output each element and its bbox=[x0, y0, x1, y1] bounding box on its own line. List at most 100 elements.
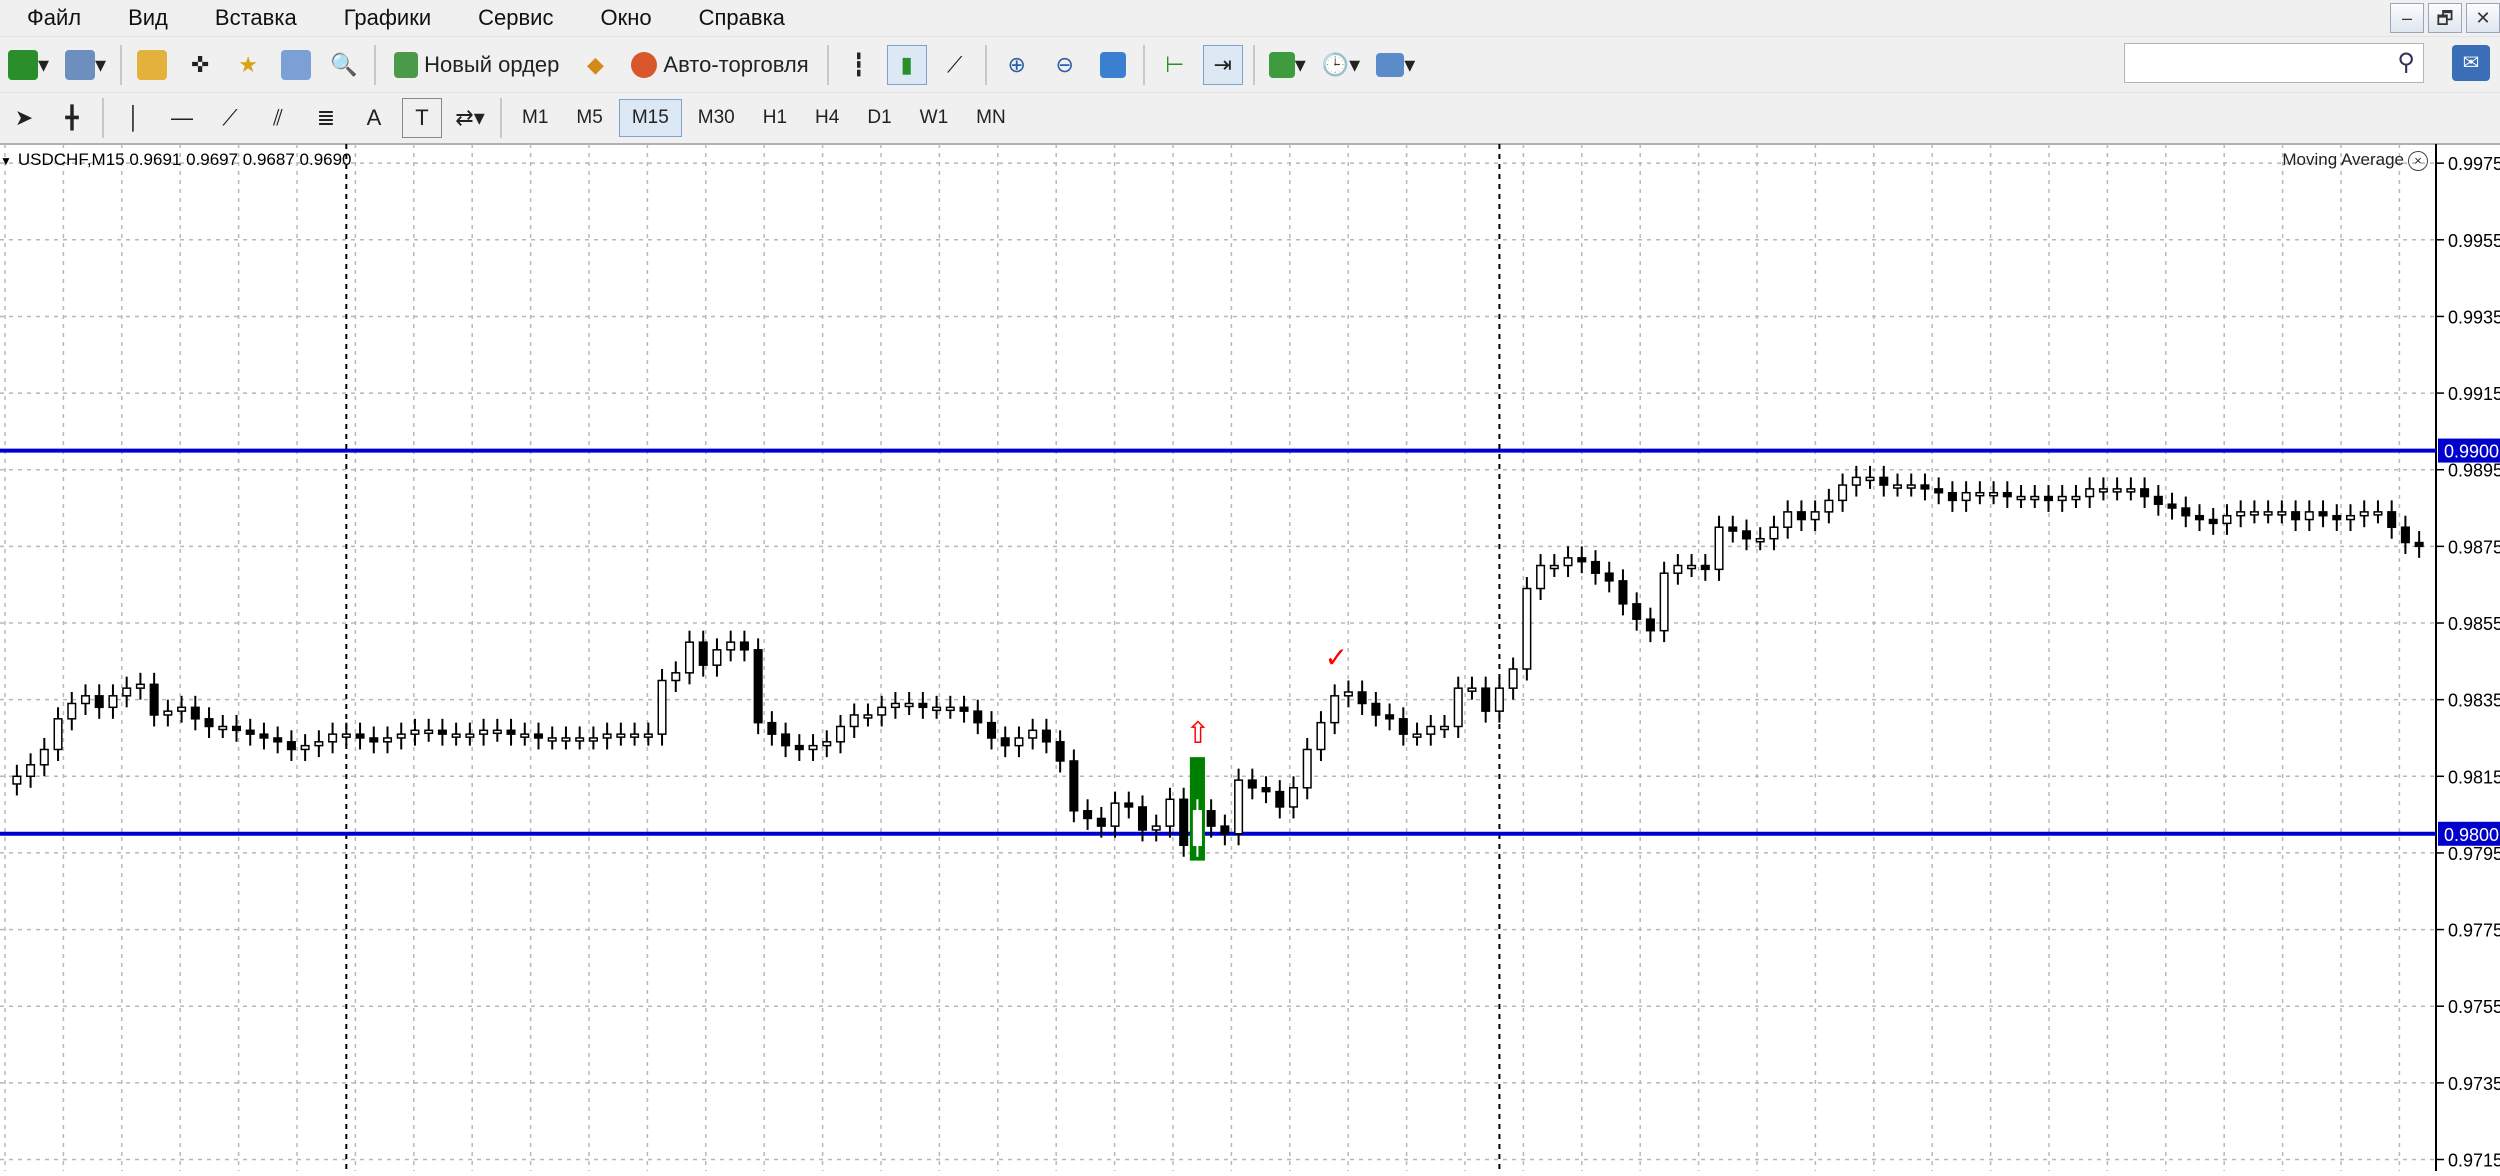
metaeditor-button[interactable]: ◆ bbox=[575, 45, 615, 85]
candle-body bbox=[986, 721, 997, 739]
candle-body bbox=[1412, 733, 1422, 738]
minimize-button[interactable]: – bbox=[2390, 3, 2424, 33]
candle-body bbox=[231, 725, 242, 732]
candle-body bbox=[2291, 511, 2301, 521]
window-controls: – 🗗 ✕ bbox=[2390, 3, 2500, 33]
tile-windows-button[interactable] bbox=[1093, 45, 1133, 85]
auto-scroll-button[interactable]: ⇥ bbox=[1202, 45, 1243, 85]
crosshair-tool-icon: ╋ bbox=[65, 105, 79, 130]
channel-tool[interactable]: ⫽ bbox=[258, 98, 298, 138]
candle-body bbox=[932, 706, 942, 712]
chart-shift-button[interactable]: ⊢ bbox=[1155, 45, 1195, 85]
timeframe-m30[interactable]: M30 bbox=[686, 100, 747, 136]
menu-item-0[interactable]: Файл bbox=[0, 0, 101, 36]
candle-body bbox=[1536, 564, 1546, 590]
data-window-button[interactable]: ✜ bbox=[180, 45, 220, 85]
candle-body bbox=[1632, 603, 1642, 620]
restore-button[interactable]: 🗗 bbox=[2428, 3, 2462, 33]
fibonacci-tool[interactable]: ≣ bbox=[306, 98, 346, 138]
timeframe-w1[interactable]: W1 bbox=[908, 100, 961, 136]
cursor-tool[interactable]: ➤ bbox=[4, 98, 44, 138]
candle-body bbox=[630, 733, 640, 738]
candle-body bbox=[1947, 491, 1957, 502]
toolbar-separator bbox=[102, 98, 104, 138]
candle-body bbox=[1645, 618, 1655, 632]
new-order-button[interactable]: Новый ордер bbox=[386, 45, 567, 85]
price-chart[interactable]: 0.9975 0.9955 0.9935 0.9915 0.9895 0.9875 0.98… bbox=[0, 144, 2500, 1171]
candle-body bbox=[973, 710, 983, 724]
timeframe-h1[interactable]: H1 bbox=[751, 100, 799, 136]
menu-item-4[interactable]: Сервис bbox=[451, 0, 573, 36]
candle-body bbox=[2112, 488, 2122, 493]
profiles-button[interactable]: ▾ bbox=[61, 45, 110, 85]
market-watch-button[interactable] bbox=[132, 45, 172, 85]
menu-item-1[interactable]: Вид bbox=[101, 0, 188, 36]
candle-body bbox=[1906, 484, 1916, 489]
timeframe-d1[interactable]: D1 bbox=[855, 100, 903, 136]
terminal-button[interactable] bbox=[276, 45, 316, 85]
trendline-tool[interactable]: ⟋ bbox=[210, 98, 250, 138]
new-chart-button[interactable]: ▾ bbox=[4, 45, 53, 85]
candle-body bbox=[2002, 491, 2012, 498]
candle-body bbox=[739, 641, 749, 651]
candle-body bbox=[1851, 476, 1861, 486]
candle-body bbox=[1261, 787, 1271, 793]
collapse-arrow-icon[interactable]: ▼ bbox=[0, 154, 12, 168]
candle-body bbox=[122, 687, 132, 697]
zoom-in-button[interactable]: ⊕ bbox=[997, 45, 1037, 85]
line-chart-button[interactable]: ⟋ bbox=[935, 45, 975, 85]
indicators-icon bbox=[1268, 52, 1295, 78]
periodicity-button[interactable]: 🕒 ▾ bbox=[1318, 45, 1364, 85]
tester-button[interactable]: 🔍 bbox=[324, 45, 364, 85]
templates-button[interactable]: ▾ bbox=[1372, 45, 1419, 85]
candle-body bbox=[2208, 518, 2218, 525]
candle-body bbox=[753, 649, 763, 724]
candle-body bbox=[355, 733, 365, 739]
candle-body bbox=[67, 702, 77, 720]
vertical-line-icon: │ bbox=[127, 105, 141, 130]
arrows-tool[interactable]: ⇄ ▾ bbox=[450, 98, 490, 138]
text-tool[interactable]: A bbox=[354, 98, 394, 138]
crosshair-tool[interactable]: ╋ bbox=[52, 98, 92, 138]
menu-item-6[interactable]: Справка bbox=[672, 0, 805, 36]
auto-trading-button[interactable]: Авто-торговля bbox=[623, 45, 816, 85]
notifications-icon[interactable]: ✉ bbox=[2452, 45, 2490, 81]
search-input[interactable]: ⚲ bbox=[2124, 43, 2424, 83]
timeframe-mn[interactable]: MN bbox=[964, 100, 1018, 136]
vertical-line-tool[interactable]: │ bbox=[114, 98, 154, 138]
new-order-icon bbox=[394, 52, 419, 78]
timeframe-m5[interactable]: M5 bbox=[564, 100, 614, 136]
candle-body bbox=[492, 729, 502, 735]
candle-body bbox=[396, 733, 406, 739]
trendline-icon: ⟋ bbox=[222, 105, 238, 130]
new-order-label: Новый ордер bbox=[424, 52, 560, 77]
bar-chart-button[interactable]: ┇ bbox=[839, 45, 879, 85]
text-label-tool[interactable]: T bbox=[402, 98, 442, 138]
indicator-close-icon[interactable]: × bbox=[2408, 150, 2428, 171]
timeframe-m1[interactable]: M1 bbox=[510, 100, 560, 136]
timeframe-m15[interactable]: M15 bbox=[618, 99, 682, 137]
indicators-button[interactable]: ▾ bbox=[1265, 45, 1310, 85]
candle-body bbox=[1234, 779, 1244, 835]
menu-item-3[interactable]: Графики bbox=[317, 0, 451, 36]
close-button[interactable]: ✕ bbox=[2466, 3, 2500, 33]
y-tick-label: 0.9715 bbox=[2448, 1151, 2500, 1171]
candle-body bbox=[2043, 495, 2054, 502]
candle-body bbox=[382, 737, 393, 743]
profiles-icon bbox=[65, 50, 96, 80]
clock-icon: 🕒 bbox=[1321, 52, 1350, 77]
candle-body bbox=[671, 672, 681, 682]
horizontal-line-tool[interactable]: — bbox=[162, 98, 202, 138]
zoom-out-button[interactable]: ⊖ bbox=[1045, 45, 1085, 85]
menu-item-5[interactable]: Окно bbox=[573, 0, 671, 36]
candle-body bbox=[1590, 560, 1601, 574]
candle-body bbox=[849, 714, 859, 728]
candlestick-button[interactable]: ▮ bbox=[886, 45, 927, 85]
menu-item-2[interactable]: Вставка bbox=[188, 0, 317, 36]
candle-body bbox=[1494, 687, 1504, 712]
candle-body bbox=[1385, 714, 1395, 720]
timeframe-h4[interactable]: H4 bbox=[803, 100, 851, 136]
candle-body bbox=[822, 741, 832, 747]
navigator-button[interactable]: ★ bbox=[228, 45, 268, 85]
fibonacci-icon: ≣ bbox=[316, 105, 336, 130]
